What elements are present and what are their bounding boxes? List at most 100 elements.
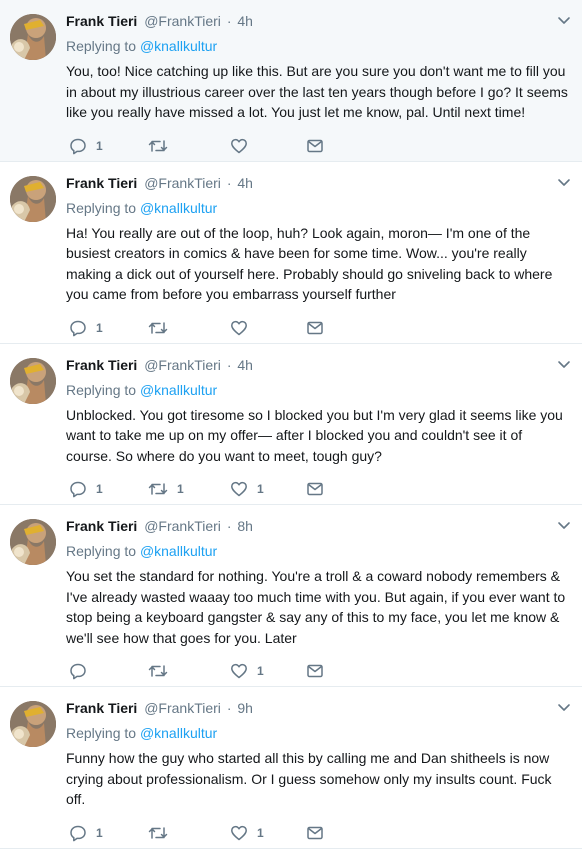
replying-to: Replying to @knallkultur [66,542,570,560]
reply-count: 1 [96,825,103,840]
retweet-button[interactable] [148,319,177,337]
tweet-header: Frank Tieri @FrankTieri · 4h [66,12,570,30]
heart-icon [230,319,248,337]
replying-to-label: Replying to [66,199,137,216]
avatar[interactable] [10,357,56,404]
reply-button[interactable]: 1 [69,824,103,842]
tweet[interactable]: Frank Tieri @FrankTieri · 9h Replying to… [0,687,582,849]
timestamp[interactable]: 8h [237,518,253,534]
heart-icon [230,824,248,842]
envelope-icon [306,662,324,680]
separator-dot: · [226,356,232,373]
tweet-header: Frank Tieri @FrankTieri · 4h [66,174,570,192]
like-button[interactable]: 1 [230,480,264,498]
avatar[interactable] [10,519,56,565]
display-name[interactable]: Frank Tieri [66,518,137,534]
tweet-actions: 1 1 1 [66,474,570,504]
retweet-button[interactable] [148,662,177,680]
retweet-button[interactable] [148,824,177,842]
like-button[interactable] [230,319,257,337]
mention-link[interactable]: @knallkultur [140,543,217,559]
retweet-button[interactable] [148,137,177,155]
reply-icon [69,480,87,498]
direct-message-button[interactable] [306,137,324,155]
display-name[interactable]: Frank Tieri [66,700,137,716]
user-handle[interactable]: @FrankTieri [144,518,221,534]
tweet[interactable]: Frank Tieri @FrankTieri · 4h Replying to… [0,0,582,162]
display-name[interactable]: Frank Tieri [66,175,137,191]
tweet-options-chevron-down-icon[interactable] [556,358,572,372]
tweet-text: Unblocked. You got tiresome so I blocked… [66,406,563,464]
tweet[interactable]: Frank Tieri @FrankTieri · 4h Replying to… [0,162,582,344]
envelope-icon [306,137,324,155]
reply-count: 1 [96,138,103,153]
envelope-icon [306,824,324,842]
heart-icon [230,662,248,680]
like-button[interactable]: 1 [230,662,264,680]
mention-link[interactable]: @knallkultur [140,200,217,216]
retweet-count: 1 [177,482,184,496]
replying-to-label: Replying to [66,543,137,559]
user-handle[interactable]: @FrankTieri [144,700,221,716]
reply-icon [69,662,87,680]
retweet-icon [148,137,168,155]
direct-message-button[interactable] [306,480,324,498]
tweet-text: Ha! You really are out of the loop, huh?… [66,224,553,303]
separator-dot: · [226,518,232,534]
reply-button[interactable]: 1 [69,137,103,155]
like-count: 1 [257,482,264,496]
tweet[interactable]: Frank Tieri @FrankTieri · 4h Replying to… [0,344,582,505]
tweet-actions: 1 1 [66,818,570,848]
tweet-options-chevron-down-icon[interactable] [556,14,572,28]
like-button[interactable] [230,137,257,155]
envelope-icon [306,319,324,337]
tweet-actions: 1 [66,313,570,343]
replying-to: Replying to @knallkultur [66,724,570,742]
reply-button[interactable]: 1 [69,319,103,337]
tweet-options-chevron-down-icon[interactable] [556,176,572,190]
mention-link[interactable]: @knallkultur [140,725,217,741]
direct-message-button[interactable] [306,319,324,337]
tweet-header: Frank Tieri @FrankTieri · 8h [66,517,570,535]
display-name[interactable]: Frank Tieri [66,13,137,29]
retweet-icon [148,319,168,337]
avatar[interactable] [10,701,56,747]
tweet[interactable]: Frank Tieri @FrankTieri · 8h Replying to… [0,505,582,687]
replying-to-label: Replying to [66,725,137,741]
reply-button[interactable]: 1 [69,480,103,498]
tweet-actions: 1 [66,656,570,686]
reply-icon [69,319,87,337]
direct-message-button[interactable] [306,662,324,680]
timestamp[interactable]: 4h [237,357,253,373]
like-button[interactable]: 1 [230,824,264,842]
replying-to-label: Replying to [66,381,137,398]
timestamp[interactable]: 4h [237,175,253,191]
heart-icon [230,137,248,155]
avatar[interactable] [10,175,56,222]
like-count: 1 [257,825,264,840]
user-handle[interactable]: @FrankTieri [144,175,221,191]
separator-dot: · [226,700,232,716]
retweet-icon [148,662,168,680]
separator-dot: · [226,174,232,191]
timestamp[interactable]: 4h [237,13,253,29]
user-handle[interactable]: @FrankTieri [144,13,221,29]
tweet-feed: Frank Tieri @FrankTieri · 4h Replying to… [0,0,582,849]
reply-count: 1 [96,482,103,496]
retweet-button[interactable]: 1 [148,480,184,498]
mention-link[interactable]: @knallkultur [140,38,217,54]
replying-to: Replying to @knallkultur [66,199,570,217]
tweet-header: Frank Tieri @FrankTieri · 4h [66,356,570,374]
avatar[interactable] [10,14,56,60]
tweet-options-chevron-down-icon[interactable] [556,519,572,533]
replying-to: Replying to @knallkultur [66,381,570,399]
timestamp[interactable]: 9h [237,700,253,716]
reply-button[interactable] [69,662,96,680]
tweet-options-chevron-down-icon[interactable] [556,701,572,715]
direct-message-button[interactable] [306,824,324,842]
display-name[interactable]: Frank Tieri [66,357,137,373]
mention-link[interactable]: @knallkultur [140,382,217,398]
replying-to-label: Replying to [66,38,137,54]
tweet-header: Frank Tieri @FrankTieri · 9h [66,699,570,717]
user-handle[interactable]: @FrankTieri [144,357,221,373]
